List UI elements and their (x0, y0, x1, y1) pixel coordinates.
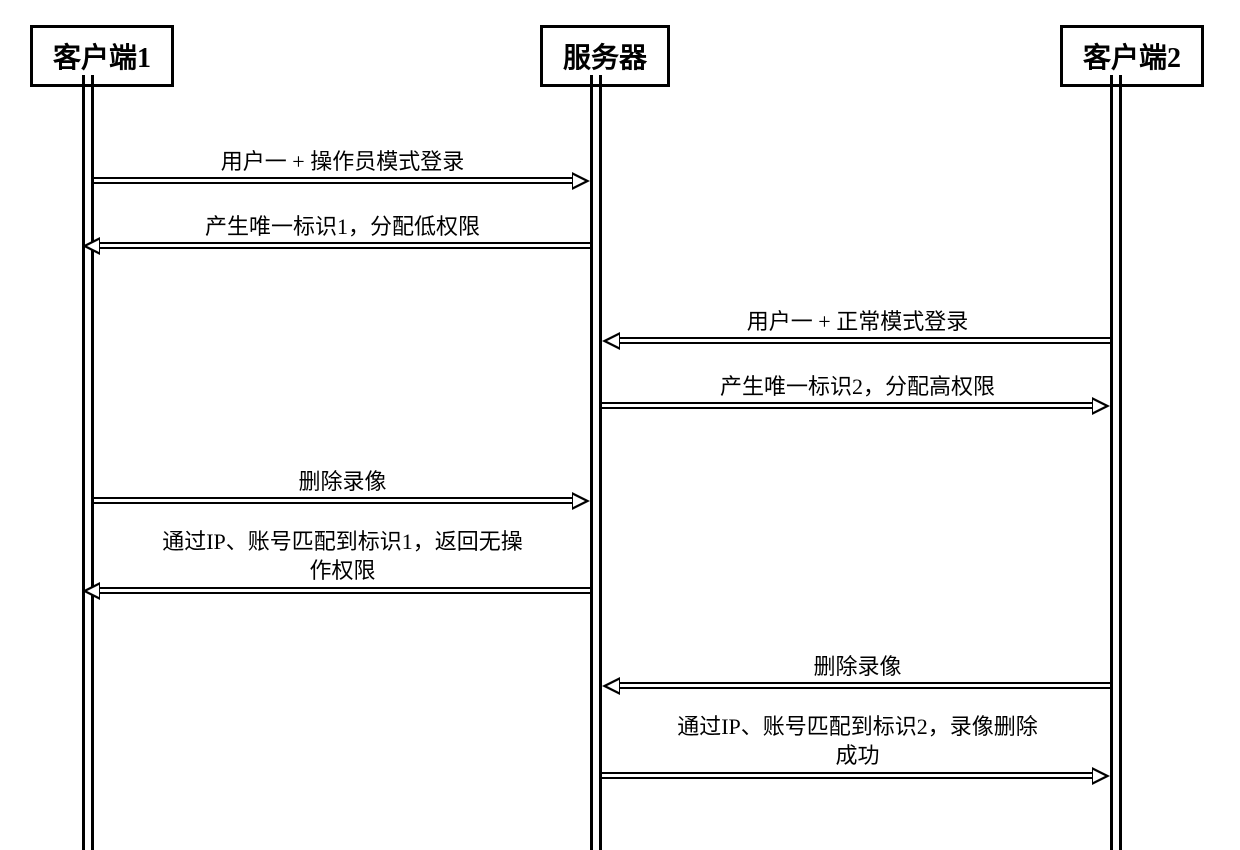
actor-server: 服务器 (540, 25, 670, 87)
msg2-arrow (100, 242, 590, 249)
msg2-arrowhead (82, 237, 100, 255)
msg7-label: 删除录像 (610, 653, 1105, 682)
msg2-label: 产生唯一标识1，分配低权限 (100, 213, 585, 242)
msg6-label: 通过IP、账号匹配到标识1，返回无操 作权限 (100, 528, 585, 585)
msg1-label: 用户一 + 操作员模式登录 (100, 148, 585, 177)
msg7-arrowhead (602, 677, 620, 695)
msg5-arrow (94, 497, 572, 504)
msg8-arrow (602, 772, 1092, 779)
msg4-arrow (602, 402, 1092, 409)
msg1-arrow (94, 177, 572, 184)
msg3-arrow (620, 337, 1110, 344)
msg5-arrowhead (572, 492, 590, 510)
lifeline-server (590, 75, 602, 850)
msg7-arrow (620, 682, 1110, 689)
msg6-arrowhead (82, 582, 100, 600)
lifeline-client2 (1110, 75, 1122, 850)
msg4-label: 产生唯一标识2，分配高权限 (610, 373, 1105, 402)
msg6-arrow (100, 587, 590, 594)
msg1-arrowhead (572, 172, 590, 190)
actor-client1: 客户端1 (30, 25, 174, 87)
actor-client2: 客户端2 (1060, 25, 1204, 87)
msg8-label: 通过IP、账号匹配到标识2，录像删除 成功 (610, 713, 1105, 770)
msg3-arrowhead (602, 332, 620, 350)
msg8-arrowhead (1092, 767, 1110, 785)
msg4-arrowhead (1092, 397, 1110, 415)
msg5-label: 删除录像 (100, 468, 585, 497)
msg3-label: 用户一 + 正常模式登录 (610, 308, 1105, 337)
lifeline-client1 (82, 75, 94, 850)
